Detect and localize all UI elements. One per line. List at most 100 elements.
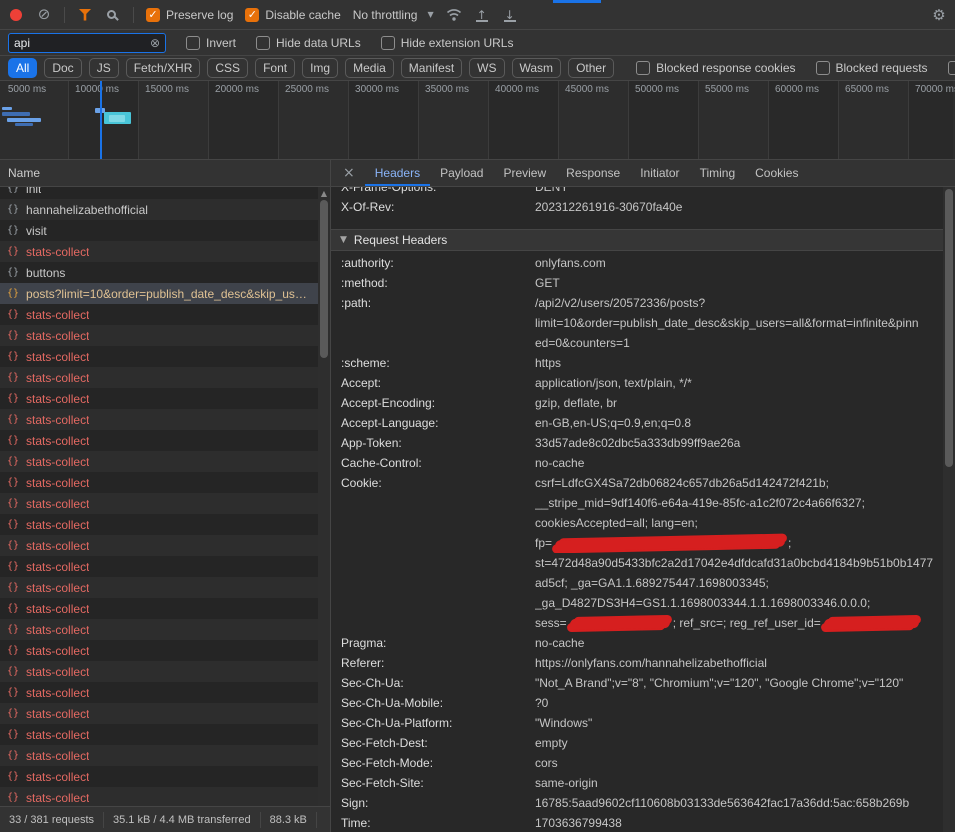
tab-payload[interactable]: Payload bbox=[430, 160, 493, 186]
request-row[interactable]: {}buttons bbox=[0, 262, 318, 283]
header-value-line: _ga_D4827DS3H4=GS1.1.1698003344.1.1.1698… bbox=[535, 593, 939, 613]
preserve-log-checkbox[interactable]: ✓ Preserve log bbox=[146, 8, 233, 22]
tab-response[interactable]: Response bbox=[556, 160, 630, 186]
request-row[interactable]: {}stats-collect bbox=[0, 535, 318, 556]
request-row[interactable]: {}init bbox=[0, 187, 318, 199]
request-name: stats-collect bbox=[26, 728, 89, 742]
request-row[interactable]: {}stats-collect bbox=[0, 241, 318, 262]
type-filter-fetch-xhr[interactable]: Fetch/XHR bbox=[126, 58, 201, 78]
request-row[interactable]: {}stats-collect bbox=[0, 451, 318, 472]
tab-headers[interactable]: Headers bbox=[365, 160, 430, 186]
script-icon: {} bbox=[7, 687, 19, 698]
throttling-dropdown[interactable]: No throttling ▼ bbox=[353, 8, 434, 22]
record-button[interactable] bbox=[8, 7, 24, 23]
scrollbar-thumb[interactable] bbox=[945, 189, 953, 467]
request-row[interactable]: {}stats-collect bbox=[0, 472, 318, 493]
request-list-scrollbar[interactable]: ▲ bbox=[318, 187, 330, 806]
type-filter-doc[interactable]: Doc bbox=[44, 58, 81, 78]
script-icon: {} bbox=[7, 561, 19, 572]
tab-cookies[interactable]: Cookies bbox=[745, 160, 808, 186]
request-headers-section-header[interactable]: ▼ Request Headers bbox=[331, 229, 943, 251]
hide-data-urls-checkbox[interactable]: ✓ Hide data URLs bbox=[256, 36, 361, 50]
header-value: /api2/v2/users/20572336/posts?limit=10&o… bbox=[535, 293, 943, 353]
import-har-icon[interactable]: ↑ bbox=[474, 7, 490, 22]
request-row[interactable]: {}stats-collect bbox=[0, 787, 318, 806]
type-filter-media[interactable]: Media bbox=[345, 58, 394, 78]
request-row[interactable]: {}stats-collect bbox=[0, 514, 318, 535]
clear-icon[interactable]: ⊘ bbox=[36, 7, 52, 23]
type-filter-font[interactable]: Font bbox=[255, 58, 295, 78]
search-button[interactable] bbox=[105, 7, 121, 23]
filter-text-input[interactable] bbox=[14, 36, 146, 50]
tab-initiator[interactable]: Initiator bbox=[630, 160, 689, 186]
request-row[interactable]: {}stats-collect bbox=[0, 724, 318, 745]
timeline-overview[interactable]: 5000 ms10000 ms15000 ms20000 ms25000 ms3… bbox=[0, 81, 955, 160]
request-row[interactable]: {}stats-collect bbox=[0, 577, 318, 598]
3rd-party-requests-checkbox[interactable]: ✓3rd-party requests bbox=[948, 61, 955, 75]
type-filter-js[interactable]: JS bbox=[89, 58, 119, 78]
request-row[interactable]: {}stats-collect bbox=[0, 304, 318, 325]
request-row[interactable]: {}posts?limit=10&order=publish_date_desc… bbox=[0, 283, 318, 304]
header-name: App-Token: bbox=[331, 433, 535, 453]
request-row[interactable]: {}stats-collect bbox=[0, 619, 318, 640]
header-value-line: https://onlyfans.com/hannahelizabethoffi… bbox=[535, 653, 939, 673]
request-row[interactable]: {}stats-collect bbox=[0, 766, 318, 787]
settings-gear-icon[interactable]: ⚙ bbox=[931, 7, 947, 23]
timeline-tick-label: 40000 ms bbox=[495, 84, 539, 95]
request-row[interactable]: {}stats-collect bbox=[0, 388, 318, 409]
request-row[interactable]: {}stats-collect bbox=[0, 346, 318, 367]
request-row[interactable]: {}stats-collect bbox=[0, 556, 318, 577]
type-filter-css[interactable]: CSS bbox=[207, 58, 248, 78]
close-icon[interactable]: × bbox=[333, 160, 365, 186]
scroll-up-icon[interactable]: ▲ bbox=[318, 189, 330, 198]
request-row[interactable]: {}stats-collect bbox=[0, 367, 318, 388]
clear-filter-icon[interactable]: ⊗ bbox=[150, 36, 160, 50]
header-value: 1703636799438 bbox=[535, 813, 943, 832]
checkbox-box: ✓ bbox=[186, 36, 200, 50]
invert-checkbox[interactable]: ✓ Invert bbox=[186, 36, 236, 50]
blocked-response-cookies-checkbox[interactable]: ✓Blocked response cookies bbox=[636, 61, 795, 75]
hide-extension-urls-label: Hide extension URLs bbox=[401, 36, 514, 50]
type-filter-other[interactable]: Other bbox=[568, 58, 614, 78]
request-row[interactable]: {}stats-collect bbox=[0, 493, 318, 514]
type-filter-img[interactable]: Img bbox=[302, 58, 338, 78]
tab-preview[interactable]: Preview bbox=[493, 160, 556, 186]
request-row[interactable]: {}stats-collect bbox=[0, 703, 318, 724]
request-row[interactable]: {}hannahelizabethofficial bbox=[0, 199, 318, 220]
type-filter-manifest[interactable]: Manifest bbox=[401, 58, 462, 78]
request-row[interactable]: {}stats-collect bbox=[0, 430, 318, 451]
tab-timing[interactable]: Timing bbox=[690, 160, 746, 186]
request-row[interactable]: {}stats-collect bbox=[0, 682, 318, 703]
scrollbar-thumb[interactable] bbox=[320, 200, 328, 358]
waterfall-bar bbox=[2, 112, 30, 116]
header-value-line: https bbox=[535, 353, 939, 373]
request-name: stats-collect bbox=[26, 245, 89, 259]
name-column-header[interactable]: Name bbox=[0, 160, 330, 187]
filter-button[interactable] bbox=[77, 7, 93, 23]
checkbox-box: ✓ bbox=[381, 36, 395, 50]
header-value: application/json, text/plain, */* bbox=[535, 373, 943, 393]
request-row[interactable]: {}visit bbox=[0, 220, 318, 241]
disable-cache-checkbox[interactable]: ✓ Disable cache bbox=[245, 8, 340, 22]
details-scrollbar[interactable] bbox=[943, 187, 955, 832]
script-icon: {} bbox=[7, 477, 19, 488]
network-conditions-button[interactable] bbox=[446, 7, 462, 23]
header-row: :method:GET bbox=[331, 273, 943, 293]
timeline-tick-label: 55000 ms bbox=[705, 84, 749, 95]
type-filter-wasm[interactable]: Wasm bbox=[512, 58, 562, 78]
request-row[interactable]: {}stats-collect bbox=[0, 325, 318, 346]
invert-label: Invert bbox=[206, 36, 236, 50]
request-row[interactable]: {}stats-collect bbox=[0, 640, 318, 661]
request-row[interactable]: {}stats-collect bbox=[0, 409, 318, 430]
blocked-requests-checkbox[interactable]: ✓Blocked requests bbox=[816, 61, 928, 75]
type-filter-all[interactable]: All bbox=[8, 58, 37, 78]
request-headers-list: :authority:onlyfans.com:method:GET:path:… bbox=[331, 251, 943, 832]
type-filter-ws[interactable]: WS bbox=[469, 58, 504, 78]
request-row[interactable]: {}stats-collect bbox=[0, 661, 318, 682]
header-name: Accept: bbox=[331, 373, 535, 393]
request-row[interactable]: {}stats-collect bbox=[0, 598, 318, 619]
request-row[interactable]: {}stats-collect bbox=[0, 745, 318, 766]
hide-extension-urls-checkbox[interactable]: ✓ Hide extension URLs bbox=[381, 36, 514, 50]
header-value: cors bbox=[535, 753, 943, 773]
export-har-icon[interactable]: ↓ bbox=[502, 7, 518, 22]
